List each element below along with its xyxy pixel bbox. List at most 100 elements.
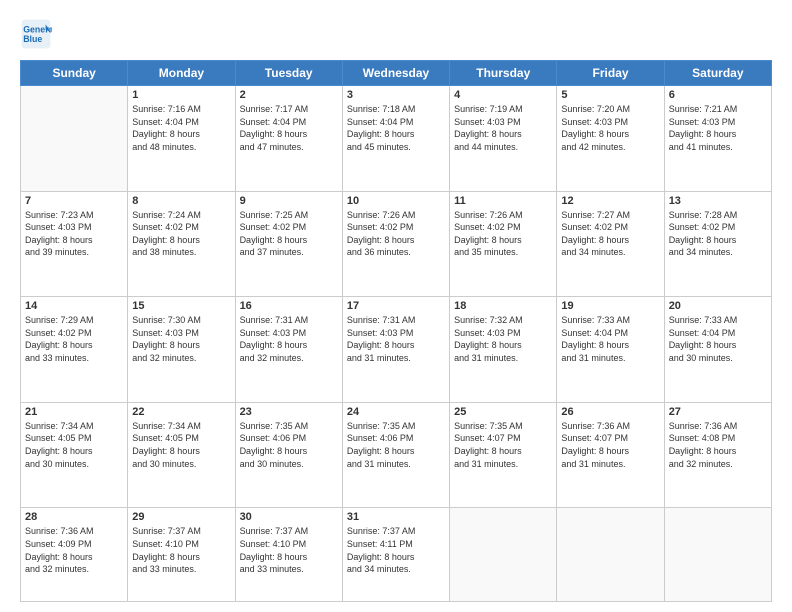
day-number: 3 [347,89,445,101]
calendar-cell: 8 Sunrise: 7:24 AM Sunset: 4:02 PM Daylig… [128,191,235,297]
day-info: Sunrise: 7:18 AM Sunset: 4:04 PM Dayligh… [347,103,445,153]
day-info: Sunrise: 7:33 AM Sunset: 4:04 PM Dayligh… [669,314,767,364]
day-info: Sunrise: 7:32 AM Sunset: 4:03 PM Dayligh… [454,314,552,364]
logo: General Blue [20,18,56,50]
day-number: 24 [347,406,445,418]
day-number: 27 [669,406,767,418]
day-number: 23 [240,406,338,418]
day-number: 26 [561,406,659,418]
day-number: 16 [240,300,338,312]
calendar-cell: 13 Sunrise: 7:28 AM Sunset: 4:02 PM Dayli… [664,191,771,297]
calendar-cell [21,86,128,192]
day-info: Sunrise: 7:37 AM Sunset: 4:10 PM Dayligh… [132,525,230,575]
weekday-header: Tuesday [235,61,342,86]
day-info: Sunrise: 7:19 AM Sunset: 4:03 PM Dayligh… [454,103,552,153]
calendar-cell: 27 Sunrise: 7:36 AM Sunset: 4:08 PM Dayli… [664,402,771,508]
day-info: Sunrise: 7:28 AM Sunset: 4:02 PM Dayligh… [669,209,767,259]
logo-icon: General Blue [20,18,52,50]
day-number: 17 [347,300,445,312]
day-info: Sunrise: 7:24 AM Sunset: 4:02 PM Dayligh… [132,209,230,259]
weekday-header: Friday [557,61,664,86]
calendar-cell: 25Sunrise: 7:35 AM Sunset: 4:07 PM Dayli… [450,402,557,508]
weekday-header: Monday [128,61,235,86]
calendar-cell: 12 Sunrise: 7:27 AM Sunset: 4:02 PM Dayli… [557,191,664,297]
day-number: 31 [347,511,445,523]
day-info: Sunrise: 7:34 AM Sunset: 4:05 PM Dayligh… [25,420,123,470]
calendar-cell: 11 Sunrise: 7:26 AM Sunset: 4:02 PM Dayli… [450,191,557,297]
calendar-cell: 7 Sunrise: 7:23 AM Sunset: 4:03 PM Daylig… [21,191,128,297]
calendar-cell: 26 Sunrise: 7:36 AM Sunset: 4:07 PM Dayli… [557,402,664,508]
week-row: 21 Sunrise: 7:34 AM Sunset: 4:05 PM Dayli… [21,402,772,508]
day-info: Sunrise: 7:31 AM Sunset: 4:03 PM Dayligh… [347,314,445,364]
day-number: 20 [669,300,767,312]
day-info: Sunrise: 7:26 AM Sunset: 4:02 PM Dayligh… [454,209,552,259]
calendar-cell: 28Sunrise: 7:36 AM Sunset: 4:09 PM Dayli… [21,508,128,602]
day-info: Sunrise: 7:27 AM Sunset: 4:02 PM Dayligh… [561,209,659,259]
calendar-cell: 18 Sunrise: 7:32 AM Sunset: 4:03 PM Dayli… [450,297,557,403]
day-number: 19 [561,300,659,312]
calendar-cell: 2Sunrise: 7:17 AM Sunset: 4:04 PM Daylig… [235,86,342,192]
day-number: 8 [132,195,230,207]
day-number: 7 [25,195,123,207]
day-number: 13 [669,195,767,207]
calendar-cell: 21 Sunrise: 7:34 AM Sunset: 4:05 PM Dayli… [21,402,128,508]
calendar-cell: 14 Sunrise: 7:29 AM Sunset: 4:02 PM Dayli… [21,297,128,403]
day-number: 6 [669,89,767,101]
day-number: 14 [25,300,123,312]
day-info: Sunrise: 7:29 AM Sunset: 4:02 PM Dayligh… [25,314,123,364]
day-number: 21 [25,406,123,418]
calendar-cell: 30 Sunrise: 7:37 AM Sunset: 4:10 PM Dayli… [235,508,342,602]
day-info: Sunrise: 7:37 AM Sunset: 4:10 PM Dayligh… [240,525,338,575]
day-info: Sunrise: 7:30 AM Sunset: 4:03 PM Dayligh… [132,314,230,364]
day-number: 11 [454,195,552,207]
weekday-header: Thursday [450,61,557,86]
calendar-cell: 31 Sunrise: 7:37 AM Sunset: 4:11 PM Dayli… [342,508,449,602]
calendar-cell: 24 Sunrise: 7:35 AM Sunset: 4:06 PM Dayli… [342,402,449,508]
weekday-header: Sunday [21,61,128,86]
page: General Blue SundayMondayTuesdayWednesda… [0,0,792,612]
calendar: SundayMondayTuesdayWednesdayThursdayFrid… [20,60,772,602]
week-row: 7 Sunrise: 7:23 AM Sunset: 4:03 PM Daylig… [21,191,772,297]
week-row: 14 Sunrise: 7:29 AM Sunset: 4:02 PM Dayli… [21,297,772,403]
weekday-header-row: SundayMondayTuesdayWednesdayThursdayFrid… [21,61,772,86]
calendar-cell: 5Sunrise: 7:20 AM Sunset: 4:03 PM Daylig… [557,86,664,192]
day-info: Sunrise: 7:37 AM Sunset: 4:11 PM Dayligh… [347,525,445,575]
day-number: 5 [561,89,659,101]
day-number: 10 [347,195,445,207]
day-info: Sunrise: 7:23 AM Sunset: 4:03 PM Dayligh… [25,209,123,259]
day-info: Sunrise: 7:26 AM Sunset: 4:02 PM Dayligh… [347,209,445,259]
day-number: 1 [132,89,230,101]
day-info: Sunrise: 7:34 AM Sunset: 4:05 PM Dayligh… [132,420,230,470]
calendar-cell: 20 Sunrise: 7:33 AM Sunset: 4:04 PM Dayli… [664,297,771,403]
day-number: 4 [454,89,552,101]
day-info: Sunrise: 7:16 AM Sunset: 4:04 PM Dayligh… [132,103,230,153]
day-number: 9 [240,195,338,207]
day-info: Sunrise: 7:25 AM Sunset: 4:02 PM Dayligh… [240,209,338,259]
day-info: Sunrise: 7:36 AM Sunset: 4:09 PM Dayligh… [25,525,123,575]
calendar-cell [664,508,771,602]
day-number: 15 [132,300,230,312]
day-info: Sunrise: 7:36 AM Sunset: 4:07 PM Dayligh… [561,420,659,470]
calendar-cell: 9 Sunrise: 7:25 AM Sunset: 4:02 PM Daylig… [235,191,342,297]
day-number: 12 [561,195,659,207]
calendar-cell: 23Sunrise: 7:35 AM Sunset: 4:06 PM Dayli… [235,402,342,508]
calendar-cell: 29Sunrise: 7:37 AM Sunset: 4:10 PM Dayli… [128,508,235,602]
calendar-cell: 19Sunrise: 7:33 AM Sunset: 4:04 PM Dayli… [557,297,664,403]
day-info: Sunrise: 7:21 AM Sunset: 4:03 PM Dayligh… [669,103,767,153]
day-info: Sunrise: 7:35 AM Sunset: 4:06 PM Dayligh… [347,420,445,470]
calendar-cell: 17 Sunrise: 7:31 AM Sunset: 4:03 PM Dayli… [342,297,449,403]
calendar-cell: 3 Sunrise: 7:18 AM Sunset: 4:04 PM Daylig… [342,86,449,192]
calendar-cell: 1 Sunrise: 7:16 AM Sunset: 4:04 PM Daylig… [128,86,235,192]
day-info: Sunrise: 7:36 AM Sunset: 4:08 PM Dayligh… [669,420,767,470]
calendar-cell: 16 Sunrise: 7:31 AM Sunset: 4:03 PM Dayli… [235,297,342,403]
day-info: Sunrise: 7:31 AM Sunset: 4:03 PM Dayligh… [240,314,338,364]
calendar-cell: 22Sunrise: 7:34 AM Sunset: 4:05 PM Dayli… [128,402,235,508]
calendar-cell: 4 Sunrise: 7:19 AM Sunset: 4:03 PM Daylig… [450,86,557,192]
calendar-cell [557,508,664,602]
week-row: 1 Sunrise: 7:16 AM Sunset: 4:04 PM Daylig… [21,86,772,192]
calendar-cell: 15 Sunrise: 7:30 AM Sunset: 4:03 PM Dayli… [128,297,235,403]
day-number: 30 [240,511,338,523]
weekday-header: Saturday [664,61,771,86]
day-number: 2 [240,89,338,101]
day-number: 18 [454,300,552,312]
